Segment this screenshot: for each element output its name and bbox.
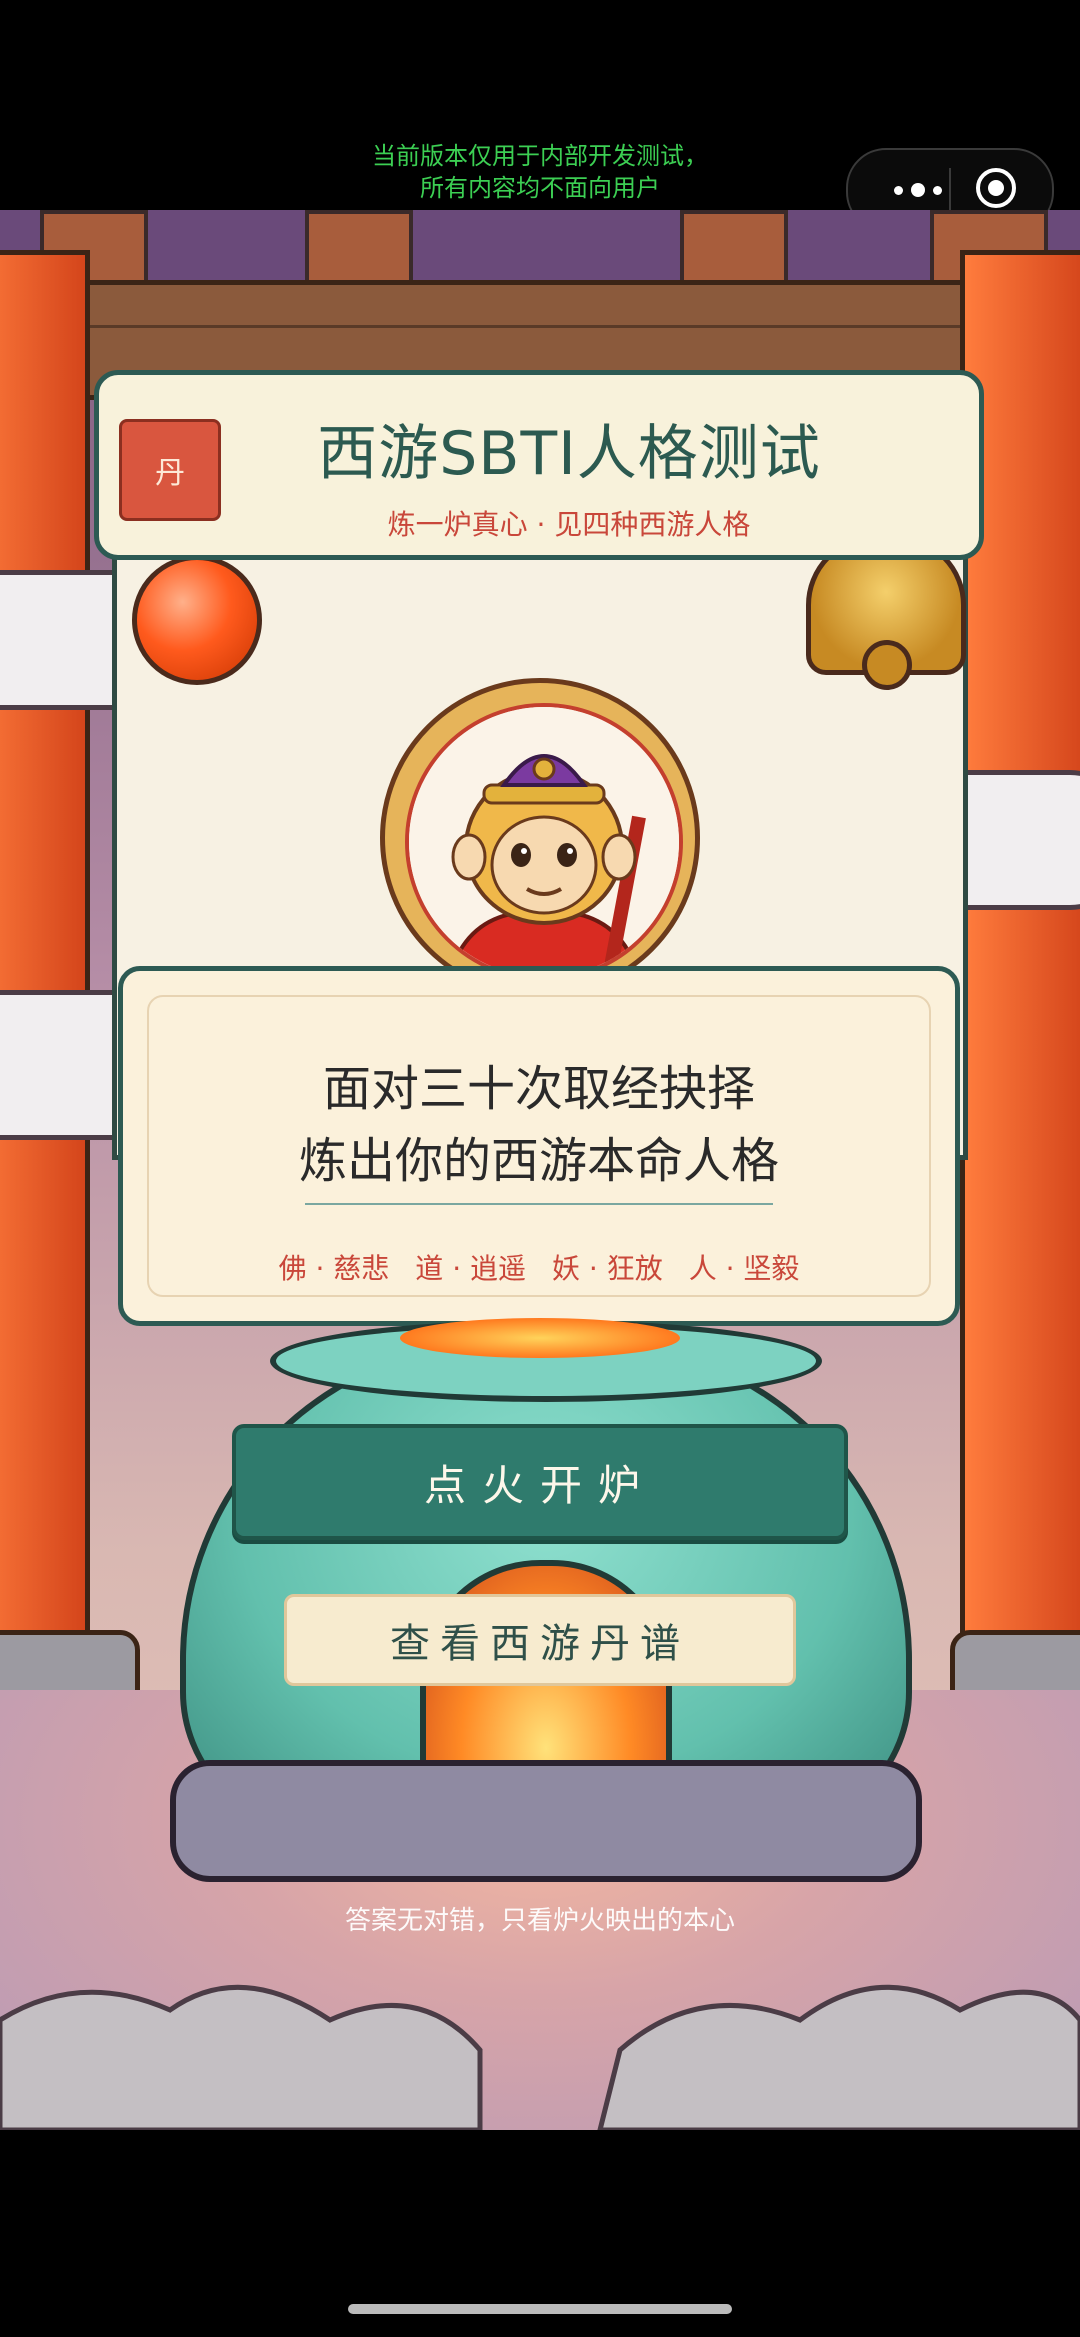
intro-divider bbox=[305, 1203, 773, 1205]
intro-heading-line2: 炼出你的西游本命人格 bbox=[298, 1133, 779, 1189]
tag-demon: 妖 · 狂放 bbox=[552, 1252, 663, 1285]
ignite-button[interactable]: 点火开炉 bbox=[232, 1424, 848, 1540]
page-subtitle: 炼一炉真心 · 见四种西游人格 bbox=[387, 508, 751, 541]
tag-human: 人 · 坚毅 bbox=[688, 1252, 800, 1285]
bell-clapper bbox=[862, 640, 912, 690]
page-title: 西游SBTI人格测试 bbox=[317, 419, 821, 489]
cauldron-fire bbox=[400, 1318, 680, 1358]
intro-card-inner: 面对三十次取经抉择 炼出你的西游本命人格 佛 · 慈悲 道 · 逍遥 妖 · 狂… bbox=[147, 995, 931, 1297]
bottom-clouds bbox=[0, 1984, 1080, 2130]
footnote: 答案无对错，只看炉火映出的本心 bbox=[344, 1906, 735, 1936]
tag-buddha: 佛 · 慈悲 bbox=[278, 1252, 390, 1285]
avatar-frame bbox=[380, 678, 700, 998]
home-indicator[interactable] bbox=[348, 2304, 732, 2314]
more-icon[interactable] bbox=[878, 170, 958, 210]
monkey-king-avatar bbox=[405, 703, 683, 981]
personality-tags: 佛 · 慈悲 道 · 逍遥 妖 · 狂放 人 · 坚毅 bbox=[149, 1247, 929, 1287]
red-orb-icon bbox=[132, 555, 262, 685]
intro-heading-line1: 面对三十次取经抉择 bbox=[322, 1061, 755, 1117]
tag-tao: 道 · 逍遥 bbox=[415, 1252, 526, 1285]
intro-card: 面对三十次取经抉择 炼出你的西游本命人格 佛 · 慈悲 道 · 逍遥 妖 · 狂… bbox=[118, 966, 960, 1326]
view-recipes-button[interactable]: 查看西游丹谱 bbox=[284, 1594, 796, 1686]
capsule-divider bbox=[949, 168, 951, 212]
close-icon[interactable] bbox=[976, 168, 1016, 208]
title-card: 丹 西游SBTI人格测试 炼一炉真心 · 见四种西游人格 bbox=[94, 370, 984, 560]
app-screen: 当前版本仅用于内部开发测试， 所有内容均不面向用户 丹 西游SBTI人格测试 炼… bbox=[0, 0, 1080, 2337]
cauldron-base bbox=[170, 1760, 922, 1882]
